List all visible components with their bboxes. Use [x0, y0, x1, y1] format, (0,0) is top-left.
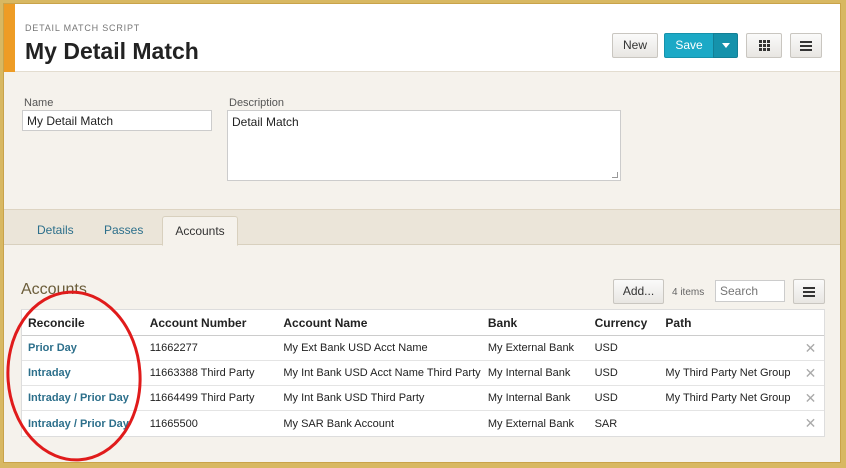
item-count: 4 items: [672, 287, 705, 298]
column-header-bank[interactable]: Bank: [482, 316, 589, 330]
menu-icon: [803, 285, 815, 299]
reconcile-link[interactable]: Intraday: [28, 367, 71, 379]
table-row: Intraday / Prior Day 11664499 Third Part…: [22, 386, 824, 411]
page-subtitle: DETAIL MATCH SCRIPT: [25, 23, 141, 33]
description-value: Detail Match: [232, 115, 299, 129]
accounts-section-title: Accounts: [21, 281, 87, 298]
accounts-menu-button[interactable]: [793, 279, 825, 304]
account-number-cell: 11663388 Third Party: [149, 367, 255, 379]
path-cell: My Third Party Net Group: [665, 367, 791, 379]
name-label: Name: [24, 97, 54, 109]
header-menu-button[interactable]: [790, 33, 822, 58]
currency-cell: USD: [594, 342, 618, 354]
grid-icon: [758, 40, 770, 52]
new-button[interactable]: New: [612, 33, 658, 58]
column-header-path[interactable]: Path: [659, 316, 797, 330]
menu-icon: [800, 39, 812, 53]
column-header-account-name[interactable]: Account Name: [277, 316, 481, 330]
app-window: DETAIL MATCH SCRIPT My Detail Match New …: [3, 3, 841, 463]
resize-handle-icon[interactable]: [612, 172, 618, 178]
caret-down-icon: [721, 43, 730, 49]
tab-accounts[interactable]: Accounts: [162, 216, 238, 246]
description-label: Description: [229, 97, 285, 109]
add-account-button[interactable]: Add...: [613, 279, 664, 304]
tab-bar: Details Passes Accounts: [4, 209, 840, 246]
currency-cell: USD: [594, 367, 618, 379]
table-row: Intraday / Prior Day 11665500 My SAR Ban…: [22, 411, 824, 436]
account-name-cell: My Ext Bank USD Acct Name: [283, 342, 428, 354]
remove-row-close-icon[interactable]: ✕: [797, 415, 824, 432]
accounts-search-input[interactable]: [715, 280, 785, 302]
account-name-cell: My SAR Bank Account: [283, 417, 395, 430]
bank-cell: My External Bank: [487, 417, 575, 430]
column-header-currency[interactable]: Currency: [589, 316, 660, 330]
accounts-table: Reconcile Account Number Account Name Ba…: [21, 309, 825, 437]
page-title: My Detail Match: [25, 38, 199, 64]
remove-row-close-icon[interactable]: ✕: [797, 390, 824, 407]
description-field[interactable]: Detail Match: [227, 110, 621, 181]
currency-cell: USD: [594, 392, 618, 404]
table-header-row: Reconcile Account Number Account Name Ba…: [22, 310, 824, 336]
remove-row-close-icon[interactable]: ✕: [797, 340, 824, 357]
account-name-cell: My Int Bank USD Third Party: [283, 392, 425, 404]
account-number-cell: 11664499 Third Party: [149, 392, 255, 404]
tab-passes[interactable]: Passes: [92, 216, 155, 246]
table-row: Intraday 11663388 Third Party My Int Ban…: [22, 361, 824, 386]
save-options-button[interactable]: [713, 33, 738, 58]
save-button[interactable]: Save: [664, 33, 714, 58]
bank-cell: My Internal Bank: [487, 367, 571, 379]
currency-cell: SAR: [594, 417, 618, 430]
reconcile-link[interactable]: Prior Day: [28, 342, 77, 354]
header-accent-bar: [4, 4, 15, 72]
column-header-reconcile[interactable]: Reconcile: [22, 316, 144, 330]
remove-row-close-icon[interactable]: ✕: [797, 365, 824, 382]
grid-view-button[interactable]: [746, 33, 782, 58]
tab-details[interactable]: Details: [25, 216, 86, 246]
column-header-account-number[interactable]: Account Number: [144, 316, 278, 330]
page-header: DETAIL MATCH SCRIPT My Detail Match New …: [4, 4, 840, 72]
reconcile-link[interactable]: Intraday / Prior Day: [28, 392, 129, 404]
account-name-cell: My Int Bank USD Acct Name Third Party: [283, 367, 481, 379]
path-cell: My Third Party Net Group: [665, 392, 791, 404]
account-number-cell: 11662277: [149, 342, 198, 354]
bank-cell: My External Bank: [487, 342, 575, 354]
table-row: Prior Day 11662277 My Ext Bank USD Acct …: [22, 336, 824, 361]
reconcile-link[interactable]: Intraday / Prior Day: [28, 418, 129, 430]
name-field[interactable]: My Detail Match: [22, 110, 212, 131]
account-number-cell: 11665500: [149, 417, 198, 430]
bank-cell: My Internal Bank: [487, 392, 571, 404]
